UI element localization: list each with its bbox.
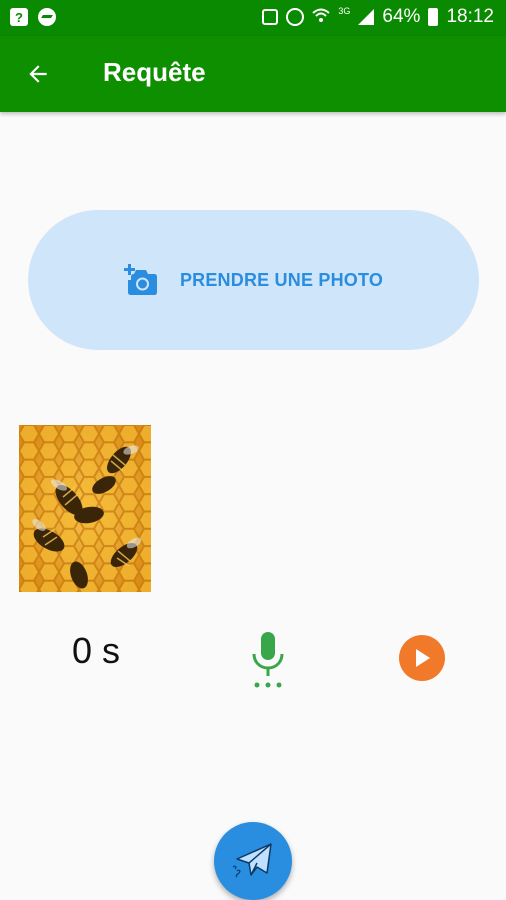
- send-request-button[interactable]: [214, 822, 292, 900]
- notification-icons: ?: [10, 8, 56, 26]
- photo-thumbnail[interactable]: [19, 425, 151, 592]
- play-icon: [416, 649, 430, 667]
- back-button[interactable]: [18, 56, 58, 92]
- screenshot-icon: [262, 9, 279, 25]
- app-bar: Requête: [0, 36, 506, 112]
- status-bar: ? 3G 64% 18:12: [0, 0, 506, 36]
- clock: 18:12: [446, 6, 494, 27]
- signal-icon: [358, 9, 375, 25]
- mic-icon: [252, 632, 284, 688]
- page-title: Requête: [103, 57, 206, 87]
- battery-percentage: 64%: [382, 6, 421, 27]
- network-type-label: 3G: [338, 6, 351, 16]
- unknown-app-icon: ?: [10, 8, 28, 26]
- paper-plane-icon: [232, 843, 272, 878]
- alarm-icon: [286, 8, 305, 26]
- take-photo-button[interactable]: PRENDRE UNE PHOTO: [28, 210, 479, 350]
- take-photo-label: PRENDRE UNE PHOTO: [179, 269, 384, 290]
- bees-on-honeycomb-image: [19, 425, 151, 592]
- recording-duration: 0 s: [72, 630, 121, 671]
- messenger-icon: [38, 8, 56, 26]
- system-icons: 3G 64% 18:12: [262, 6, 494, 28]
- wifi-icon: [312, 8, 331, 27]
- arrow-back-icon: [29, 65, 47, 83]
- battery-icon: [428, 8, 439, 26]
- play-audio-button[interactable]: [399, 635, 445, 681]
- add-a-photo-icon: [123, 264, 157, 295]
- record-audio-button[interactable]: [248, 630, 288, 690]
